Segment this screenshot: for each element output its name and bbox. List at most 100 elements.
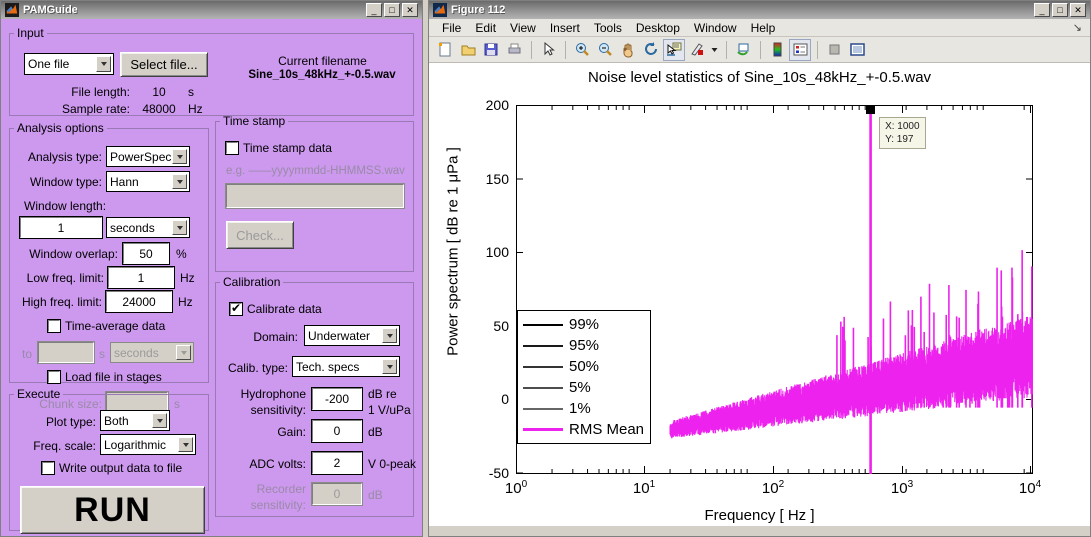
chevron-down-icon[interactable] (382, 359, 397, 374)
menu-file[interactable]: File (435, 20, 468, 36)
legend-item-99: 99% (523, 314, 644, 335)
data-cursor-marker[interactable] (866, 105, 876, 115)
close-button[interactable]: ✕ (402, 3, 418, 17)
dock-figure-icon[interactable]: ↘ (1073, 21, 1090, 34)
toolbar-separator (531, 40, 532, 59)
select-file-button[interactable]: Select file... (120, 52, 208, 77)
file-length-value: 10 (152, 85, 166, 99)
menu-help[interactable]: Help (744, 20, 783, 36)
link-plot-icon[interactable] (732, 39, 754, 61)
hide-plot-tools-icon[interactable] (823, 39, 845, 61)
timestamp-input[interactable] (225, 183, 405, 209)
checkbox-box[interactable] (47, 319, 61, 333)
matlab-logo-icon (433, 3, 447, 17)
domain-dropdown[interactable]: Underwater (304, 325, 400, 346)
zoom-in-icon[interactable] (571, 39, 593, 61)
figure-titlebar: Figure 112 _ □ ✕ (429, 1, 1090, 19)
freq-scale-label: Freq. scale: (33, 439, 96, 453)
load-stages-checkbox[interactable]: Load file in stages (47, 370, 162, 384)
chevron-down-icon[interactable] (382, 328, 397, 343)
data-cursor-icon[interactable] (663, 38, 685, 61)
minimize-button[interactable]: _ (366, 3, 382, 17)
new-figure-icon[interactable] (434, 39, 456, 61)
legend-item-95: 95% (523, 335, 644, 356)
input-group: Input One file Select file... Current fi… (9, 26, 414, 116)
menu-tools[interactable]: Tools (587, 20, 629, 36)
open-file-icon[interactable] (457, 39, 479, 61)
figure-menubar: File Edit View Insert Tools Desktop Wind… (429, 19, 1090, 37)
menu-edit[interactable]: Edit (468, 20, 503, 36)
checkbox-box[interactable] (41, 461, 55, 475)
timestamp-group-legend: Time stamp (223, 114, 286, 128)
rotate-3d-icon[interactable] (640, 39, 662, 61)
minimize-button[interactable]: _ (1034, 3, 1050, 17)
window-length-input[interactable]: 1 (19, 216, 103, 239)
chevron-down-icon[interactable] (172, 149, 187, 164)
checkbox-box[interactable] (47, 370, 61, 384)
write-output-checkbox[interactable]: Write output data to file (41, 461, 182, 475)
run-button[interactable]: RUN (20, 486, 205, 534)
high-freq-label: High freq. limit: (21, 295, 102, 309)
analysis-group-legend: Analysis options (17, 121, 104, 135)
time-average-unit-dropdown[interactable]: seconds (110, 342, 194, 363)
hydrophone-label-line1: Hydrophone (240, 387, 306, 401)
pointer-arrow-icon[interactable] (537, 39, 559, 61)
menu-view[interactable]: View (503, 20, 543, 36)
menu-window[interactable]: Window (687, 20, 744, 36)
analysis-type-dropdown[interactable]: PowerSpec (106, 146, 190, 167)
hydrophone-sensitivity-input[interactable]: -200 (311, 387, 363, 411)
menu-desktop[interactable]: Desktop (629, 20, 687, 36)
timestamp-check-button[interactable]: Check... (226, 221, 294, 249)
legend-icon[interactable] (789, 38, 811, 61)
time-average-checkbox[interactable]: Time-average data (47, 319, 165, 333)
colorbar-icon[interactable] (766, 39, 788, 61)
legend-swatch-icon (523, 365, 563, 368)
file-mode-dropdown[interactable]: One file (24, 53, 114, 75)
plot-legend[interactable]: 99% 95% 50% 5% 1% RMS Mean (517, 310, 652, 444)
toolbar-separator (760, 40, 761, 59)
chevron-down-icon[interactable] (172, 174, 187, 189)
adc-volts-input[interactable]: 2 (311, 451, 363, 475)
zoom-out-icon[interactable] (594, 39, 616, 61)
window-length-unit-dropdown[interactable]: seconds (106, 217, 190, 238)
calibrate-data-checkbox[interactable]: Calibrate data (229, 301, 322, 316)
load-stages-label: Load file in stages (65, 370, 162, 384)
menu-insert[interactable]: Insert (543, 20, 587, 36)
brush-data-icon[interactable] (686, 39, 708, 61)
gain-label: Gain: (277, 425, 306, 439)
figure-canvas: Noise level statistics of Sine_10s_48kHz… (429, 63, 1090, 526)
chevron-down-icon[interactable] (172, 220, 187, 235)
checkbox-box[interactable] (229, 301, 243, 316)
maximize-button[interactable]: □ (384, 3, 400, 17)
window-type-dropdown[interactable]: Hann (106, 171, 190, 192)
low-freq-input[interactable]: 1 (107, 266, 175, 289)
chevron-down-icon[interactable] (178, 437, 193, 452)
save-figure-icon[interactable] (480, 39, 502, 61)
chevron-down-icon[interactable] (96, 56, 111, 72)
timestamp-data-checkbox[interactable]: Time stamp data (225, 141, 332, 155)
close-button[interactable]: ✕ (1070, 3, 1086, 17)
checkbox-box[interactable] (225, 141, 239, 155)
plot-type-value: Both (104, 413, 129, 428)
show-plot-tools-icon[interactable] (846, 39, 868, 61)
time-average-value-input[interactable] (37, 341, 95, 364)
sample-rate-value: 48000 (142, 102, 176, 116)
y-tick-200: 200 (485, 97, 509, 113)
window-overlap-input[interactable]: 50 (122, 242, 170, 265)
timestamp-example-text: e.g. ——yyyymmdd-HHMMSS.wav (226, 165, 405, 177)
legend-item-50: 50% (523, 356, 644, 377)
brush-dropdown-icon[interactable] (709, 39, 720, 61)
high-freq-input[interactable]: 24000 (105, 290, 173, 313)
window-overlap-unit: % (176, 247, 187, 261)
recorder-sensitivity-input[interactable]: 0 (311, 482, 363, 506)
calib-type-dropdown[interactable]: Tech. specs (292, 356, 400, 377)
print-figure-icon[interactable] (503, 39, 525, 61)
plot-type-dropdown[interactable]: Both (100, 410, 170, 431)
toolbar-separator (565, 40, 566, 59)
pan-hand-icon[interactable] (617, 39, 639, 61)
gain-input[interactable]: 0 (311, 419, 363, 443)
chevron-down-icon[interactable] (152, 413, 167, 428)
maximize-button[interactable]: □ (1052, 3, 1068, 17)
chevron-down-icon[interactable] (176, 345, 191, 360)
freq-scale-dropdown[interactable]: Logarithmic (100, 434, 196, 455)
